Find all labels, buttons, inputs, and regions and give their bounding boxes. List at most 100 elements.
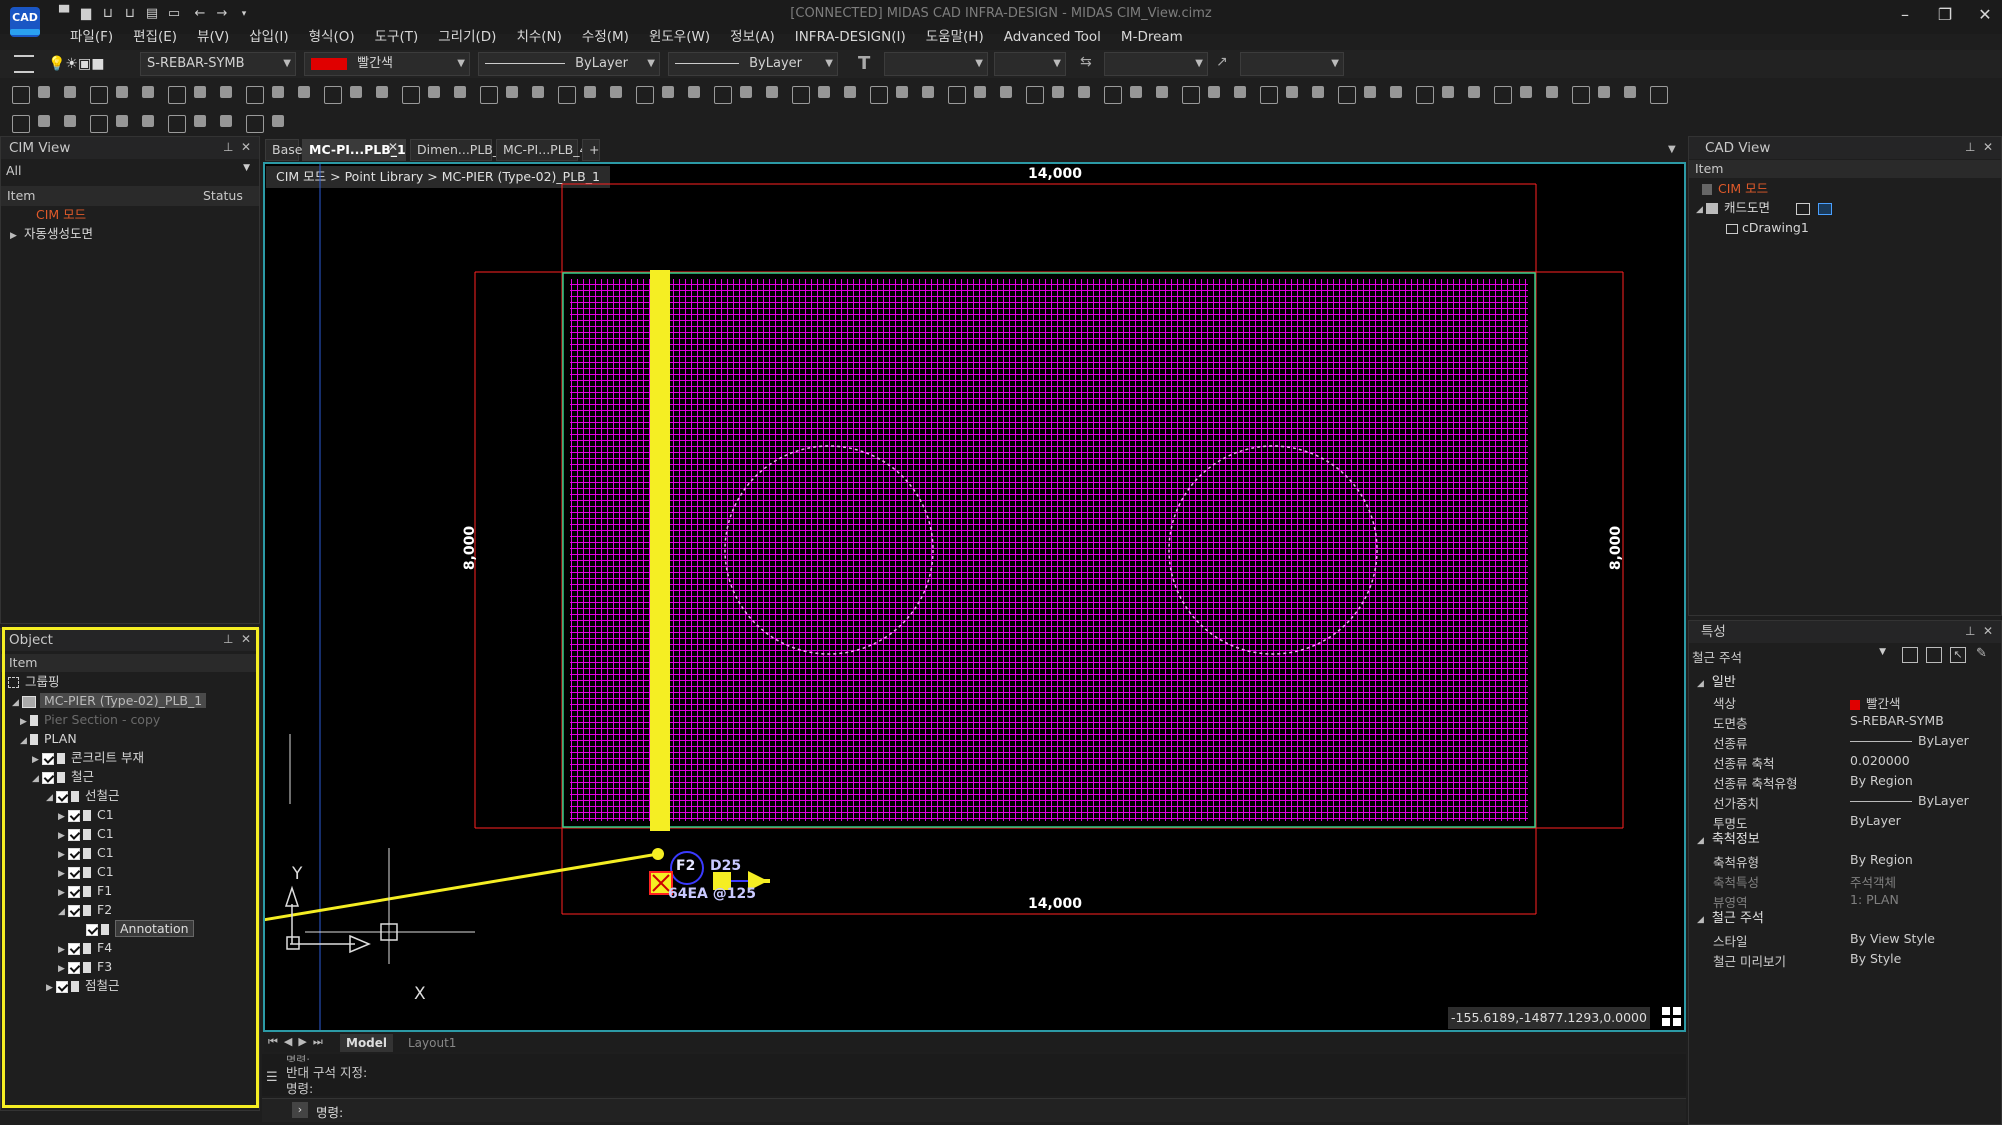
tool-icon[interactable]: [116, 86, 128, 98]
tool-icon[interactable]: [922, 86, 934, 98]
tool-icon[interactable]: [90, 86, 108, 104]
tool-icon[interactable]: [1624, 86, 1636, 98]
property-value[interactable]: By Style: [1850, 951, 1901, 966]
command-input[interactable]: › 명령:: [262, 1098, 1686, 1122]
tool-icon[interactable]: [506, 86, 518, 98]
tool-icon[interactable]: [948, 86, 966, 104]
tool-icon[interactable]: [1234, 86, 1246, 98]
dim-style-dropdown[interactable]: ▼: [1104, 52, 1208, 76]
tool-icon[interactable]: [454, 86, 466, 98]
document-tab[interactable]: Base: [265, 139, 302, 161]
tool-icon[interactable]: [246, 86, 264, 104]
tool-icon[interactable]: [870, 86, 888, 104]
tool-icon[interactable]: [688, 86, 700, 98]
cad-root-item[interactable]: CIM 모드: [1702, 179, 1768, 198]
property-value[interactable]: S-REBAR-SYMB: [1850, 713, 1944, 728]
cim-filter-dropdown[interactable]: All ▼: [6, 163, 254, 181]
cim-root-item[interactable]: CIM 모드: [36, 205, 86, 224]
tool-icon[interactable]: [1000, 86, 1012, 98]
pin-icon[interactable]: ⊥: [1965, 140, 1975, 154]
layer-manager-icon[interactable]: [14, 55, 34, 73]
document-tab[interactable]: MC-PI...PLB_4: [496, 139, 587, 161]
tool-icon[interactable]: [740, 86, 752, 98]
text-height-dropdown[interactable]: ▼: [994, 52, 1066, 76]
close-icon[interactable]: ✕: [241, 140, 251, 154]
tool-icon[interactable]: [1494, 86, 1512, 104]
tool-icon[interactable]: [116, 115, 128, 127]
cad-drawing-node[interactable]: ◢ 캐드도면: [1696, 198, 1832, 217]
tool-icon[interactable]: [64, 86, 76, 98]
menu-item[interactable]: 수정(M): [572, 26, 639, 48]
tabs-overflow-chevron-icon[interactable]: ▼: [1668, 144, 1676, 155]
tool-icon[interactable]: [220, 115, 232, 127]
tool-icon[interactable]: [142, 86, 154, 98]
tool-icon[interactable]: [1598, 86, 1610, 98]
tool-icon[interactable]: [1338, 86, 1356, 104]
menu-item[interactable]: 파일(F): [60, 26, 123, 48]
tool-icon[interactable]: [38, 115, 50, 127]
tool-icon[interactable]: [1468, 86, 1480, 98]
toggle-pickadd-icon[interactable]: [1926, 647, 1942, 663]
auto-drawing-item[interactable]: ▶ 자동생성도면: [10, 224, 93, 243]
multileader-style-icon[interactable]: ↗: [1216, 54, 1228, 70]
lineweight-dropdown[interactable]: ByLayer ▼: [668, 52, 838, 76]
property-value[interactable]: By View Style: [1850, 931, 1935, 946]
pin-icon[interactable]: ⊥: [223, 140, 233, 154]
tool-icon[interactable]: [844, 86, 856, 98]
tool-icon[interactable]: [1182, 86, 1200, 104]
tool-icon[interactable]: [610, 86, 622, 98]
menu-item[interactable]: 그리기(D): [428, 26, 506, 48]
select-objects-icon[interactable]: ↖: [1950, 647, 1966, 663]
tool-icon[interactable]: [1156, 86, 1168, 98]
tool-icon[interactable]: [1572, 86, 1590, 104]
tool-icon[interactable]: [974, 86, 986, 98]
linetype-dropdown[interactable]: ByLayer ▼: [478, 52, 660, 76]
property-value[interactable]: ByLayer: [1850, 733, 1969, 748]
tool-icon[interactable]: [220, 86, 232, 98]
tool-icon[interactable]: [1312, 86, 1324, 98]
layer-dropdown[interactable]: S-REBAR-SYMB ▼: [140, 52, 296, 76]
section-rebar-annotation[interactable]: ◢ 철근 주석: [1697, 907, 1764, 926]
menu-item[interactable]: 삽입(I): [239, 26, 298, 48]
tool-icon[interactable]: [298, 86, 310, 98]
property-value[interactable]: ByLayer: [1850, 793, 1969, 808]
tool-icon[interactable]: [1364, 86, 1376, 98]
menu-item[interactable]: 윈도우(W): [639, 26, 720, 48]
menu-item[interactable]: INFRA-DESIGN(I): [785, 26, 916, 48]
tool-icon[interactable]: [428, 86, 440, 98]
model-view-icon[interactable]: [1817, 202, 1832, 215]
tool-icon[interactable]: [142, 115, 154, 127]
command-menu-icon[interactable]: ☰: [266, 1070, 278, 1085]
tool-icon[interactable]: [90, 115, 108, 133]
tool-icon[interactable]: [168, 115, 186, 133]
property-value[interactable]: 빨간색: [1850, 693, 1901, 712]
section-scale[interactable]: ◢ 축척정보: [1697, 828, 1760, 847]
tool-icon[interactable]: [480, 86, 498, 104]
tool-icon[interactable]: [1650, 86, 1668, 104]
menu-item[interactable]: 편집(E): [123, 26, 187, 48]
tool-icon[interactable]: [636, 86, 654, 104]
tool-icon[interactable]: [1078, 86, 1090, 98]
multileader-style-dropdown[interactable]: ▼: [1240, 52, 1344, 76]
tool-icon[interactable]: [766, 86, 778, 98]
tool-icon[interactable]: [1546, 86, 1558, 98]
tool-icon[interactable]: [272, 115, 284, 127]
property-value[interactable]: By Region: [1850, 852, 1913, 867]
close-icon[interactable]: ✕: [1983, 624, 1993, 638]
menu-item[interactable]: 형식(O): [299, 26, 365, 48]
tool-icon[interactable]: [1208, 86, 1220, 98]
tool-icon[interactable]: [194, 86, 206, 98]
tool-icon[interactable]: [1286, 86, 1298, 98]
selection-dropdown[interactable]: 철근 주석 ▼: [1692, 647, 1888, 665]
tool-icon[interactable]: [1026, 86, 1044, 104]
tool-icon[interactable]: [584, 86, 596, 98]
property-value[interactable]: ByLayer: [1850, 813, 1901, 828]
layout-view-icon[interactable]: [1796, 202, 1810, 215]
tool-icon[interactable]: [714, 86, 732, 104]
pin-icon[interactable]: ⊥: [1965, 624, 1975, 638]
menu-item[interactable]: 도움말(H): [916, 26, 994, 48]
cdrawing-leaf[interactable]: cDrawing1: [1726, 218, 1809, 237]
property-value[interactable]: 0.020000: [1850, 753, 1910, 768]
tab-layout1[interactable]: Layout1: [402, 1034, 462, 1052]
tool-icon[interactable]: [1390, 86, 1402, 98]
